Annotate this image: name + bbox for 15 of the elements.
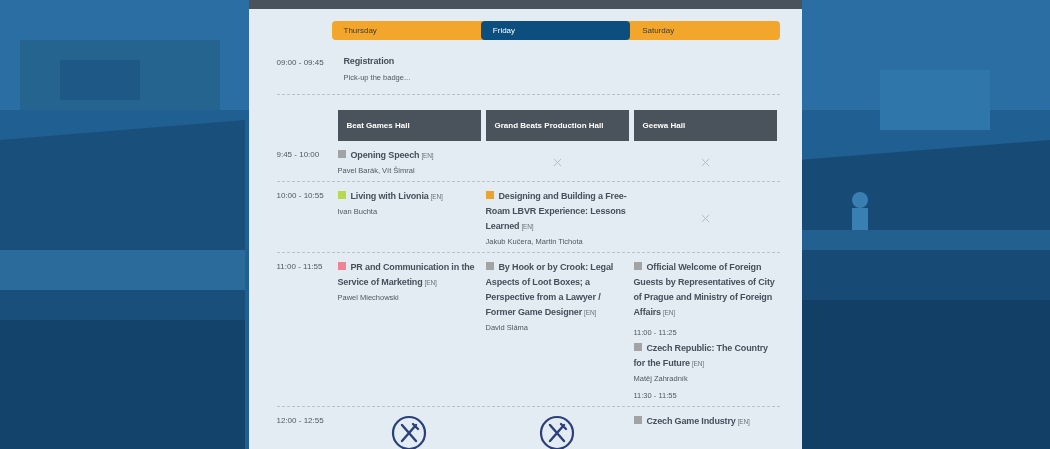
- time-label: 09:00 - 09:45: [276, 57, 325, 69]
- day-tab[interactable]: Thursday: [331, 21, 481, 40]
- day-tab[interactable]: Saturday: [630, 21, 780, 40]
- day-tab[interactable]: Friday: [480, 21, 631, 40]
- hall-header: Grand Beats Production Hall: [485, 110, 629, 141]
- time-label: 12:00 - 12:55: [276, 415, 325, 425]
- time-label: 10:00 - 10:55: [276, 190, 325, 200]
- hall-header: Beat Games Hall: [337, 110, 481, 141]
- cross-icon: [700, 158, 710, 167]
- hall-header: Geewa Hall: [633, 110, 777, 141]
- time-label: 11:00 - 11:55: [276, 261, 324, 271]
- session-title: Registration: [343, 55, 396, 68]
- cross-icon: [700, 214, 710, 223]
- time-label: 9:45 - 10:00: [276, 149, 321, 159]
- cross-icon: [552, 158, 562, 167]
